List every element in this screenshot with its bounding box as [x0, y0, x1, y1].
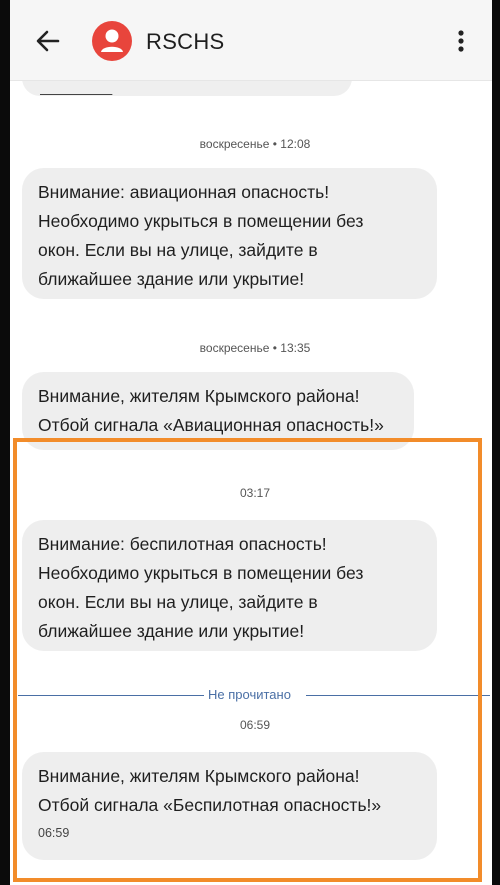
message-text: Внимание: авиационная опасность! Необход…	[38, 182, 364, 289]
message-timestamp: 03:17	[239, 486, 271, 500]
message-timestamp: воскресенье • 13:35	[199, 341, 311, 355]
screen-edge-right	[492, 0, 500, 885]
back-button[interactable]	[30, 24, 64, 58]
previous-message-fragment: ‾‾‾‾‾ ‾‾‾‾‾	[40, 78, 113, 97]
message-bubble[interactable]: Внимание: беспилотная опасность! Необход…	[22, 520, 437, 651]
message-timestamp: 06:59	[239, 718, 271, 732]
more-options-button[interactable]	[446, 24, 476, 58]
conversation-title: RSCHS	[146, 29, 225, 54]
screen-edge-left	[0, 0, 10, 885]
app-bar: RSCHS	[10, 0, 492, 81]
person-icon	[101, 29, 123, 52]
more-vert-icon	[458, 30, 464, 52]
message-text: Внимание: беспилотная опасность! Необход…	[38, 534, 364, 641]
unread-divider-label: Не прочитано	[208, 687, 291, 702]
arrow-left-icon	[36, 30, 60, 52]
message-bubble[interactable]: Внимание, жителям Крымского района! Отбо…	[22, 752, 437, 860]
message-time: 06:59	[38, 826, 70, 840]
message-timestamp: воскресенье • 12:08	[199, 137, 311, 151]
message-bubble[interactable]: Внимание: авиационная опасность! Необход…	[22, 168, 437, 299]
message-bubble[interactable]: Внимание, жителям Крымского района! Отбо…	[22, 372, 414, 450]
message-text: Внимание, жителям Крымского района! Отбо…	[38, 766, 382, 815]
unread-divider-line	[306, 695, 490, 696]
message-text: Внимание, жителям Крымского района! Отбо…	[38, 386, 384, 435]
avatar[interactable]	[92, 21, 132, 61]
unread-divider-line	[18, 695, 204, 696]
